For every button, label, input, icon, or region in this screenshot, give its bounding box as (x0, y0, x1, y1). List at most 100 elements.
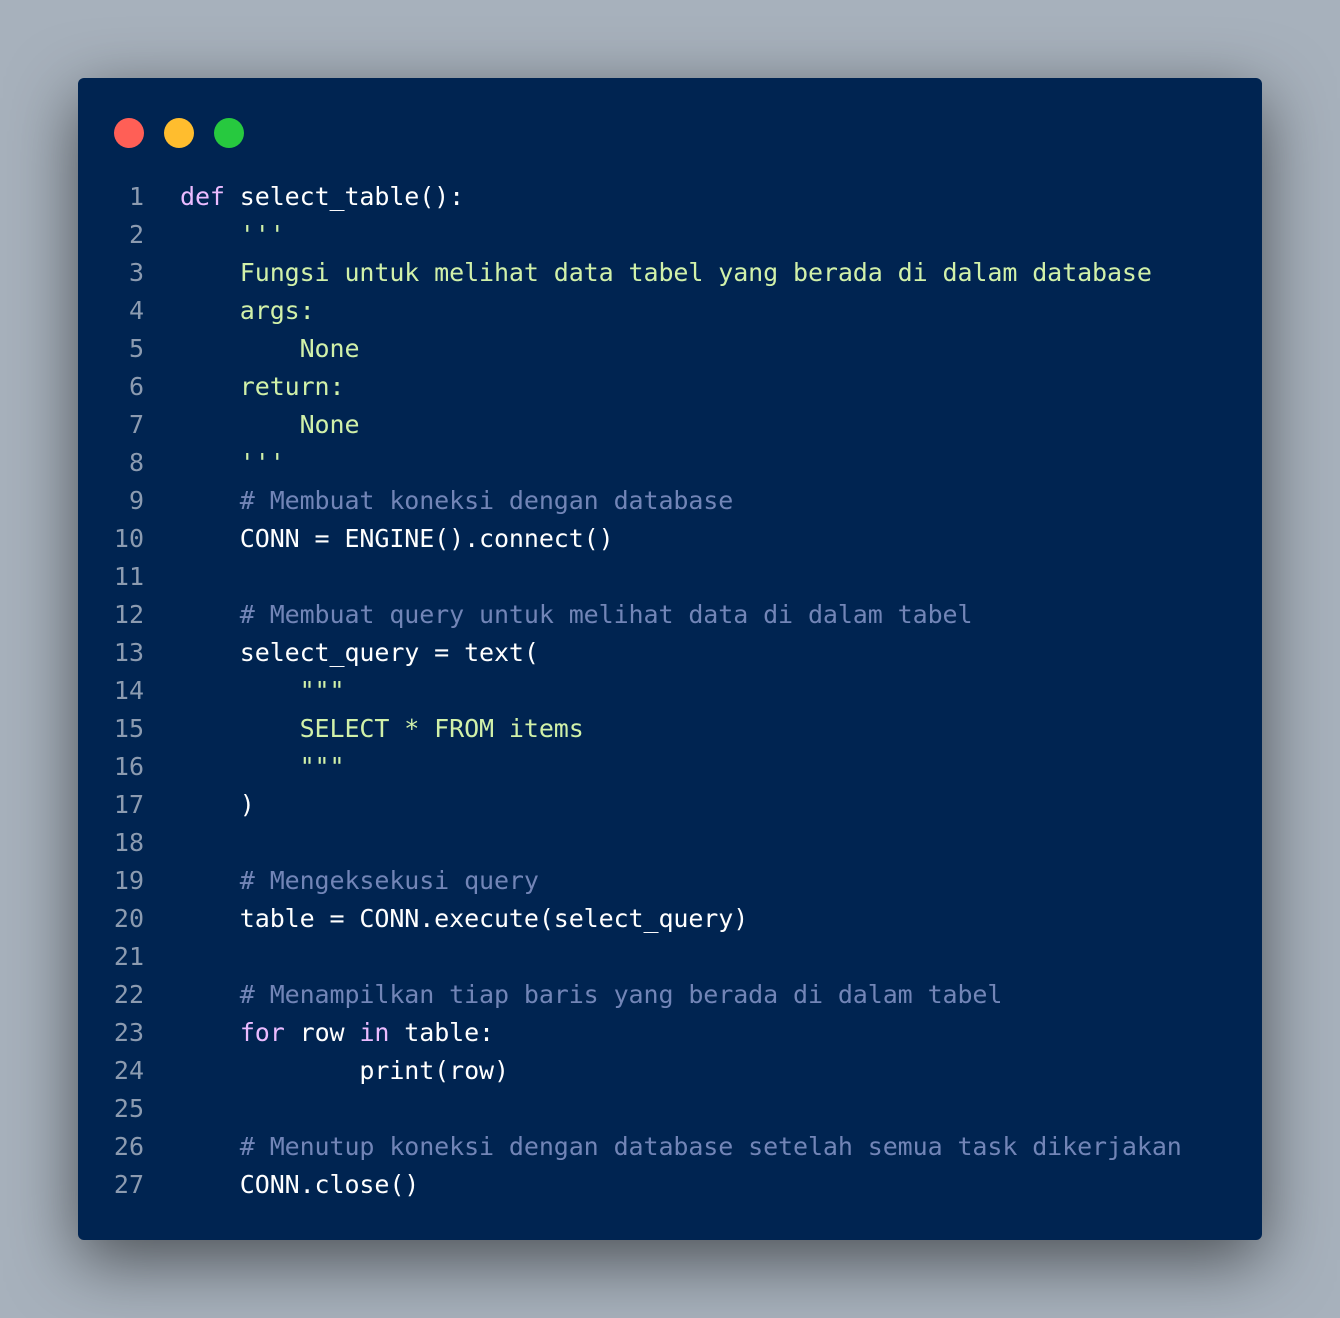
line-number: 3 (128, 258, 144, 287)
code-token: # Mengeksekusi query (180, 866, 539, 895)
maximize-window-icon[interactable] (214, 118, 244, 148)
code-line: 13 select_query = text( (78, 634, 1262, 672)
code-line: 4 args: (78, 292, 1262, 330)
code-line: 26 # Menutup koneksi dengan database set… (78, 1128, 1262, 1166)
line-number: 9 (128, 486, 144, 515)
code-token: # Menampilkan tiap baris yang berada di … (180, 980, 1003, 1009)
code-token: # Membuat koneksi dengan database (180, 486, 734, 515)
code-text: CONN = ENGINE().connect() (180, 520, 614, 558)
code-token: in (359, 1018, 390, 1047)
code-token: CONN = ENGINE().connect() (180, 524, 614, 553)
code-token: row (284, 1018, 360, 1047)
code-text: ''' (180, 444, 285, 482)
code-line: 21 (78, 938, 1262, 976)
code-token: for (239, 1018, 285, 1047)
code-text: select_query = text( (180, 634, 539, 672)
code-text: # Menutup koneksi dengan database setela… (180, 1128, 1182, 1166)
code-line: 18 (78, 824, 1262, 862)
code-text: args: (180, 292, 315, 330)
line-number: 21 (113, 942, 144, 971)
code-text: return: (180, 368, 345, 406)
code-line: 3 Fungsi untuk melihat data tabel yang b… (78, 254, 1262, 292)
line-number: 20 (113, 904, 144, 933)
line-number: 24 (113, 1056, 144, 1085)
code-token: select_table(): (224, 182, 465, 211)
minimize-window-icon[interactable] (164, 118, 194, 148)
code-text: # Menampilkan tiap baris yang berada di … (180, 976, 1003, 1014)
code-token: table: (389, 1018, 495, 1047)
line-number: 25 (113, 1094, 144, 1123)
code-token: Fungsi untuk melihat data tabel yang ber… (180, 258, 1152, 287)
code-line: 9 # Membuat koneksi dengan database (78, 482, 1262, 520)
code-line: 8 ''' (78, 444, 1262, 482)
code-token: CONN.close() (180, 1170, 420, 1199)
line-number: 14 (113, 676, 144, 705)
code-text: None (180, 406, 360, 444)
code-line: 10 CONN = ENGINE().connect() (78, 520, 1262, 558)
code-line: 7 None (78, 406, 1262, 444)
line-number: 13 (113, 638, 144, 667)
code-line: 19 # Mengeksekusi query (78, 862, 1262, 900)
code-token: args: (180, 296, 315, 325)
code-line: 23 for row in table: (78, 1014, 1262, 1052)
code-token: # Menutup koneksi dengan database setela… (180, 1132, 1182, 1161)
code-token: ) (180, 790, 255, 819)
code-token: ''' (180, 220, 285, 249)
code-line: 5 None (78, 330, 1262, 368)
code-token: SELECT * FROM items (180, 714, 584, 743)
code-line: 6 return: (78, 368, 1262, 406)
code-token: def (180, 182, 225, 211)
line-number: 27 (113, 1170, 144, 1199)
line-number: 11 (113, 562, 144, 591)
code-text: None (180, 330, 360, 368)
code-token: return: (180, 372, 345, 401)
code-text: """ (180, 748, 345, 786)
code-text: table = CONN.execute(select_query) (180, 900, 748, 938)
code-token: """ (180, 676, 345, 705)
code-token: None (180, 410, 360, 439)
code-token: ''' (180, 448, 285, 477)
code-token: select_query = text( (180, 638, 539, 667)
line-number: 16 (113, 752, 144, 781)
code-text: """ (180, 672, 345, 710)
close-window-icon[interactable] (114, 118, 144, 148)
code-token: None (180, 334, 360, 363)
code-text: # Membuat query untuk melihat data di da… (180, 596, 973, 634)
code-text: ) (180, 786, 255, 824)
code-text: # Mengeksekusi query (180, 862, 539, 900)
line-number: 6 (128, 372, 144, 401)
code-line: 11 (78, 558, 1262, 596)
code-text: print(row) (180, 1052, 509, 1090)
code-line: 1 def select_table(): (78, 178, 1262, 216)
code-text: ''' (180, 216, 285, 254)
line-number: 1 (128, 182, 144, 211)
code-text: SELECT * FROM items (180, 710, 584, 748)
code-token: print(row) (180, 1056, 509, 1085)
code-line: 17 ) (78, 786, 1262, 824)
code-line: 25 (78, 1090, 1262, 1128)
line-number: 5 (128, 334, 144, 363)
line-number: 26 (113, 1132, 144, 1161)
code-text: for row in table: (180, 1014, 494, 1052)
line-number: 7 (128, 410, 144, 439)
code-token: # Membuat query untuk melihat data di da… (180, 600, 973, 629)
code-block: 1 def select_table(): 2 ''' 3 Fungsi untuk … (78, 178, 1262, 1204)
code-text: Fungsi untuk melihat data tabel yang ber… (180, 254, 1152, 292)
code-line: 20 table = CONN.execute(select_query) (78, 900, 1262, 938)
line-number: 10 (113, 524, 144, 553)
code-text: def select_table(): (180, 178, 464, 216)
code-window: 1 def select_table(): 2 ''' 3 Fungsi untuk … (78, 78, 1262, 1240)
code-line: 22 # Menampilkan tiap baris yang berada … (78, 976, 1262, 1014)
line-number: 12 (113, 600, 144, 629)
line-number: 23 (113, 1018, 144, 1047)
code-line: 16 """ (78, 748, 1262, 786)
line-number: 19 (113, 866, 144, 895)
code-token: table = CONN.execute(select_query) (180, 904, 749, 933)
line-number: 15 (113, 714, 144, 743)
line-number: 17 (113, 790, 144, 819)
line-number: 4 (128, 296, 144, 325)
line-number: 22 (113, 980, 144, 1009)
code-line: 14 """ (78, 672, 1262, 710)
code-line: 27 CONN.close() (78, 1166, 1262, 1204)
